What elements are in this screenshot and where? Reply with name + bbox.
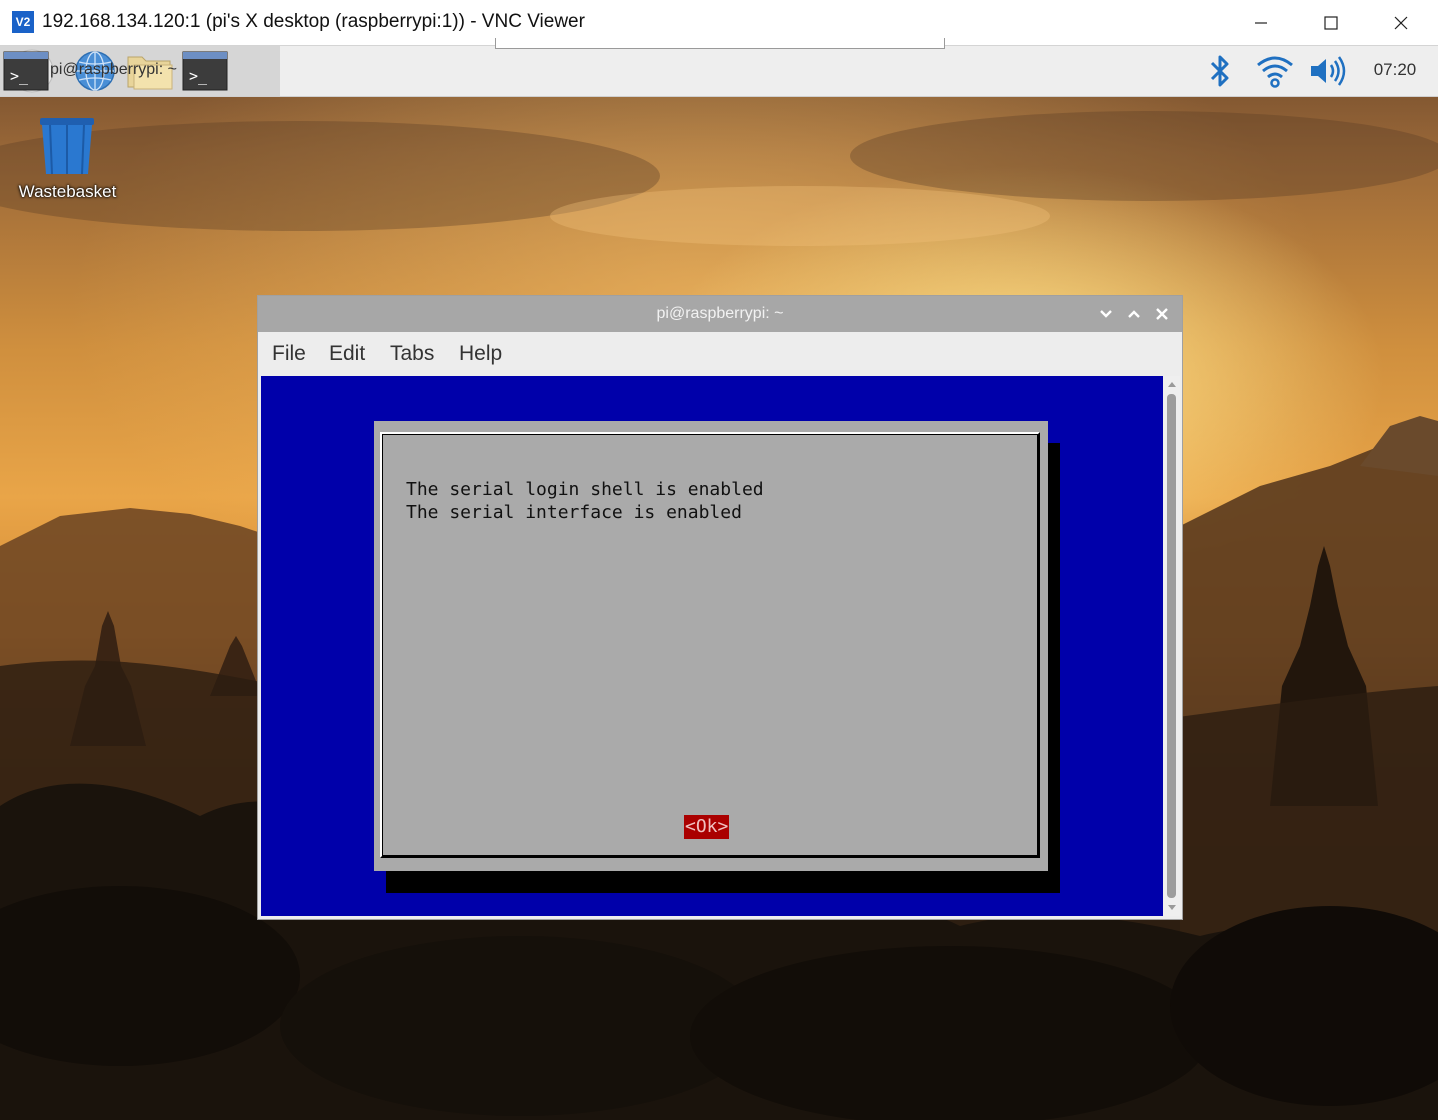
scrollbar-thumb[interactable] (1167, 394, 1176, 898)
maximize-icon (1324, 15, 1338, 30)
volume-icon (1311, 56, 1346, 86)
terminal-launcher[interactable]: >_ (180, 49, 230, 93)
vnc-toolbar-handle[interactable] (495, 38, 945, 49)
chevron-down-icon (1100, 310, 1112, 318)
dialog-frame: The serial login shell is enabled The se… (380, 432, 1040, 858)
dialog-message-line: The serial login shell is enabled (406, 479, 764, 500)
terminal-titlebar[interactable]: pi@raspberrypi: ~ (258, 296, 1182, 332)
terminal-maximize-button[interactable] (1124, 304, 1144, 324)
wifi-icon (1257, 56, 1293, 88)
terminal-window-title: pi@raspberrypi: ~ (656, 305, 784, 322)
chevron-up-icon (1128, 310, 1140, 318)
window-close-button[interactable] (1366, 0, 1436, 45)
terminal-minimize-button[interactable] (1096, 304, 1116, 324)
menu-help[interactable]: Help (457, 340, 504, 368)
vnc-logo-icon: V2 (12, 11, 34, 33)
desktop-panel: >_ >_ pi@raspberrypi: ~ 07:20 (0, 46, 1438, 97)
terminal-icon: >_ (3, 51, 49, 91)
terminal-window: pi@raspberrypi: ~ File Edit Tabs Help Th… (258, 296, 1182, 919)
ok-button[interactable]: <Ok> (684, 815, 730, 839)
scroll-up-arrow-icon (1167, 382, 1176, 387)
bluetooth-icon (1210, 55, 1229, 87)
menu-edit[interactable]: Edit (327, 340, 367, 368)
wifi-tray-button[interactable] (1252, 49, 1298, 93)
menu-file[interactable]: File (270, 340, 308, 368)
scroll-up-button[interactable] (1163, 376, 1180, 392)
dialog-message-line: The serial interface is enabled (406, 502, 742, 523)
bluetooth-tray-button[interactable] (1200, 49, 1240, 93)
svg-text:>_: >_ (189, 67, 208, 85)
terminal-scrollbar[interactable] (1163, 376, 1180, 916)
window-minimize-button[interactable] (1226, 0, 1296, 45)
scroll-down-arrow-icon (1167, 905, 1176, 910)
taskbar-item-label: pi@raspberrypi: ~ (50, 61, 177, 78)
svg-text:>_: >_ (10, 67, 29, 85)
vnc-window-title: 192.168.134.120:1 (pi's X desktop (raspb… (42, 11, 585, 32)
terminal-icon: >_ (182, 51, 228, 91)
desktop-icon-label: Wastebasket (18, 182, 117, 201)
close-icon (1156, 308, 1168, 320)
terminal-screen[interactable]: The serial login shell is enabled The se… (261, 376, 1163, 916)
scroll-down-button[interactable] (1163, 900, 1180, 916)
menu-tabs[interactable]: Tabs (388, 340, 436, 368)
remote-desktop[interactable]: >_ >_ pi@raspberrypi: ~ 07:20 Wastebaske… (0, 46, 1438, 1120)
window-maximize-button[interactable] (1296, 0, 1366, 45)
desktop-icon-wastebasket[interactable]: Wastebasket (10, 114, 125, 210)
panel-clock[interactable]: 07:20 (1360, 60, 1430, 80)
close-icon (1394, 16, 1408, 29)
terminal-close-button[interactable] (1152, 304, 1172, 324)
terminal-menubar: File Edit Tabs Help (258, 332, 1182, 376)
wastebasket-icon (40, 118, 94, 175)
minimize-icon (1255, 21, 1267, 24)
whiptail-dialog: The serial login shell is enabled The se… (374, 421, 1048, 871)
volume-tray-button[interactable] (1305, 49, 1351, 93)
